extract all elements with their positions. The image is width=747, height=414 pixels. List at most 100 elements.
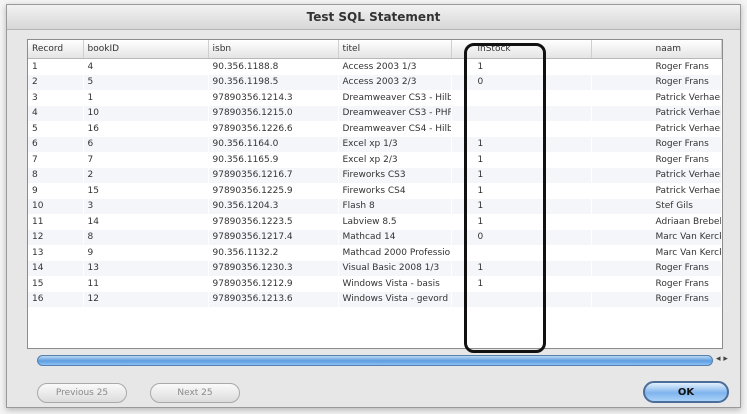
bookid-cell: 5 — [83, 74, 208, 90]
titel-cell: Excel xp 2/3 — [342, 154, 398, 165]
record-cell: 6 — [28, 136, 83, 152]
titel-cell: Access 2003 1/3 — [342, 61, 417, 72]
record-cell: 10 — [28, 198, 83, 214]
naam-cell: Stef Gils — [591, 198, 722, 214]
table-row[interactable]: 12 8 97890356.1217.4 Mathcad 14 0 Marc Van Ke… — [28, 229, 722, 245]
bookid-cell: 12 — [83, 291, 208, 307]
dialog-title: Test SQL Statement — [7, 5, 740, 30]
results-table: Record bookID isbn titel inStock naam 14… — [28, 40, 722, 307]
naam-cell: Patrick Verhaert — [655, 123, 722, 134]
table-row[interactable]: 2 5 90.356.1198.5 Access 2003 2/3 0 Roger Fra… — [28, 74, 722, 90]
isbn-cell: 97890356.1214.3 — [212, 92, 293, 103]
naam-cell: Marc Van Kerckhoven — [655, 247, 721, 258]
bookid-cell: 8 — [83, 229, 208, 245]
column-header-instock[interactable]: inStock — [451, 40, 592, 59]
isbn-cell: 97890356.1213.6 — [208, 291, 338, 307]
bookid-cell: 10 — [83, 105, 208, 121]
table-row[interactable]: 7 7 90.356.1165.9 Excel xp 2/3 1 Roger Frans — [28, 152, 722, 168]
bookid-cell: 11 — [87, 278, 99, 289]
bookid-cell: 16 — [87, 123, 99, 134]
isbn-cell: 97890356.1215.0 — [208, 105, 338, 121]
column-header-bookid[interactable]: bookID — [83, 40, 209, 59]
titel-cell: Dreamweaver CS4 - Hilb 1 — [342, 123, 451, 134]
naam-cell: Patrick Verhaert — [655, 92, 722, 103]
instock-cell: 1 — [451, 198, 591, 214]
table-row[interactable]: 15 11 97890356.1212.9 Windows Vista - basis… — [28, 276, 722, 292]
table-row[interactable]: 8 2 97890356.1216.7 Fireworks CS3 1 Patrick V… — [28, 167, 722, 183]
bookid-cell: 6 — [83, 136, 208, 152]
instock-cell — [451, 105, 591, 121]
isbn-cell: 90.356.1132.2 — [212, 247, 279, 258]
instock-cell: 1 — [477, 61, 484, 72]
table-row[interactable]: 11 14 97890356.1223.5 Labview 8.5 1 Adriaan B… — [28, 214, 722, 230]
table-row[interactable]: 16 12 97890356.1213.6 Windows Vista - gevor… — [28, 291, 722, 307]
naam-cell: Adriaan Brebels — [655, 216, 722, 227]
bookid-cell: 4 — [87, 61, 94, 72]
record-cell: 16 — [28, 291, 83, 307]
titel-cell: Flash 8 — [338, 198, 451, 214]
naam-cell: Marc Van Kerckhoven — [591, 229, 722, 245]
bookid-cell: 9 — [87, 247, 94, 258]
isbn-cell: 97890356.1216.7 — [208, 167, 338, 183]
ok-button[interactable]: OK — [643, 381, 729, 403]
instock-cell: 0 — [451, 74, 591, 90]
instock-cell — [451, 121, 591, 137]
isbn-cell: 97890356.1230.3 — [208, 260, 338, 276]
bookid-cell: 7 — [87, 154, 94, 165]
table-row[interactable]: 9 15 97890356.1225.9 Fireworks CS4 1 Patrick … — [28, 183, 722, 199]
naam-cell: Roger Frans — [655, 278, 709, 289]
titel-cell: Labview 8.5 — [342, 216, 397, 227]
isbn-cell: 97890356.1226.6 — [212, 123, 293, 134]
dialog-window: Test SQL Statement Record bookID isbn ti… — [6, 4, 741, 408]
table-row[interactable]: 3 1 97890356.1214.3 Dreamweaver CS3 - Hilb … — [28, 90, 722, 106]
naam-cell: Patrick Verhaert — [591, 105, 722, 121]
naam-cell: Patrick Verhaert — [655, 185, 722, 196]
bookid-cell: 15 — [87, 185, 99, 196]
column-header-record[interactable]: Record — [28, 40, 84, 59]
instock-cell: 1 — [477, 154, 484, 165]
record-cell: 4 — [28, 105, 83, 121]
naam-cell: Roger Frans — [655, 154, 709, 165]
bookid-cell: 3 — [83, 198, 208, 214]
titel-cell: Windows Vista - basis — [342, 278, 440, 289]
horizontal-scrollbar[interactable] — [37, 355, 713, 366]
table-row[interactable]: 14 13 97890356.1230.3 Visual Basic 2008 1/3… — [28, 260, 722, 276]
titel-cell: Fireworks CS4 — [342, 185, 406, 196]
titel-cell: Dreamweaver CS3 - Hilb 1 — [342, 92, 451, 103]
titel-cell: Access 2003 2/3 — [338, 74, 451, 90]
instock-cell: 1 — [477, 185, 484, 196]
scroll-arrows-icon[interactable]: ◂ ▸ — [716, 354, 728, 364]
titel-cell: Windows Vista - gevord 1 — [338, 291, 451, 307]
instock-cell: 1 — [451, 167, 591, 183]
bookid-cell: 1 — [87, 92, 94, 103]
instock-cell: 0 — [451, 229, 591, 245]
table-row[interactable]: 4 10 97890356.1215.0 Dreamweaver CS3 - PHP … — [28, 105, 722, 121]
isbn-cell: 90.356.1165.9 — [212, 154, 279, 165]
isbn-cell: 90.356.1204.3 — [208, 198, 338, 214]
instock-cell — [451, 291, 591, 307]
instock-cell: 1 — [477, 278, 484, 289]
naam-cell: Patrick Verhaert — [591, 167, 722, 183]
column-header-titel[interactable]: titel — [338, 40, 452, 59]
isbn-cell: 97890356.1217.4 — [208, 229, 338, 245]
table-header-row: Record bookID isbn titel inStock naam — [28, 40, 722, 59]
table-row[interactable]: 6 6 90.356.1164.0 Excel xp 1/3 1 Roger Frans — [28, 136, 722, 152]
record-cell: 14 — [28, 260, 83, 276]
titel-cell: Fireworks CS3 — [338, 167, 451, 183]
table-row[interactable]: 5 16 97890356.1226.6 Dreamweaver CS4 - Hilb… — [28, 121, 722, 137]
column-header-isbn[interactable]: isbn — [208, 40, 339, 59]
instock-cell: 1 — [451, 136, 591, 152]
previous-button[interactable]: Previous 25 — [37, 383, 127, 403]
bookid-cell: 2 — [83, 167, 208, 183]
column-header-naam[interactable]: naam — [591, 40, 722, 59]
naam-cell: Roger Frans — [591, 260, 722, 276]
table-row[interactable]: 1 4 90.356.1188.8 Access 2003 1/3 1 Roger Fra… — [28, 59, 722, 75]
isbn-cell: 90.356.1198.5 — [208, 74, 338, 90]
table-row[interactable]: 10 3 90.356.1204.3 Flash 8 1 Stef Gils — [28, 198, 722, 214]
record-cell: 5 — [32, 123, 38, 134]
results-table-container[interactable]: Record bookID isbn titel inStock naam 14… — [27, 39, 723, 349]
titel-cell: Visual Basic 2008 1/3 — [338, 260, 451, 276]
table-row[interactable]: 13 9 90.356.1132.2 Mathcad 2000 Professio 0… — [28, 245, 722, 261]
instock-cell: 1 — [477, 216, 484, 227]
next-button[interactable]: Next 25 — [150, 383, 240, 403]
